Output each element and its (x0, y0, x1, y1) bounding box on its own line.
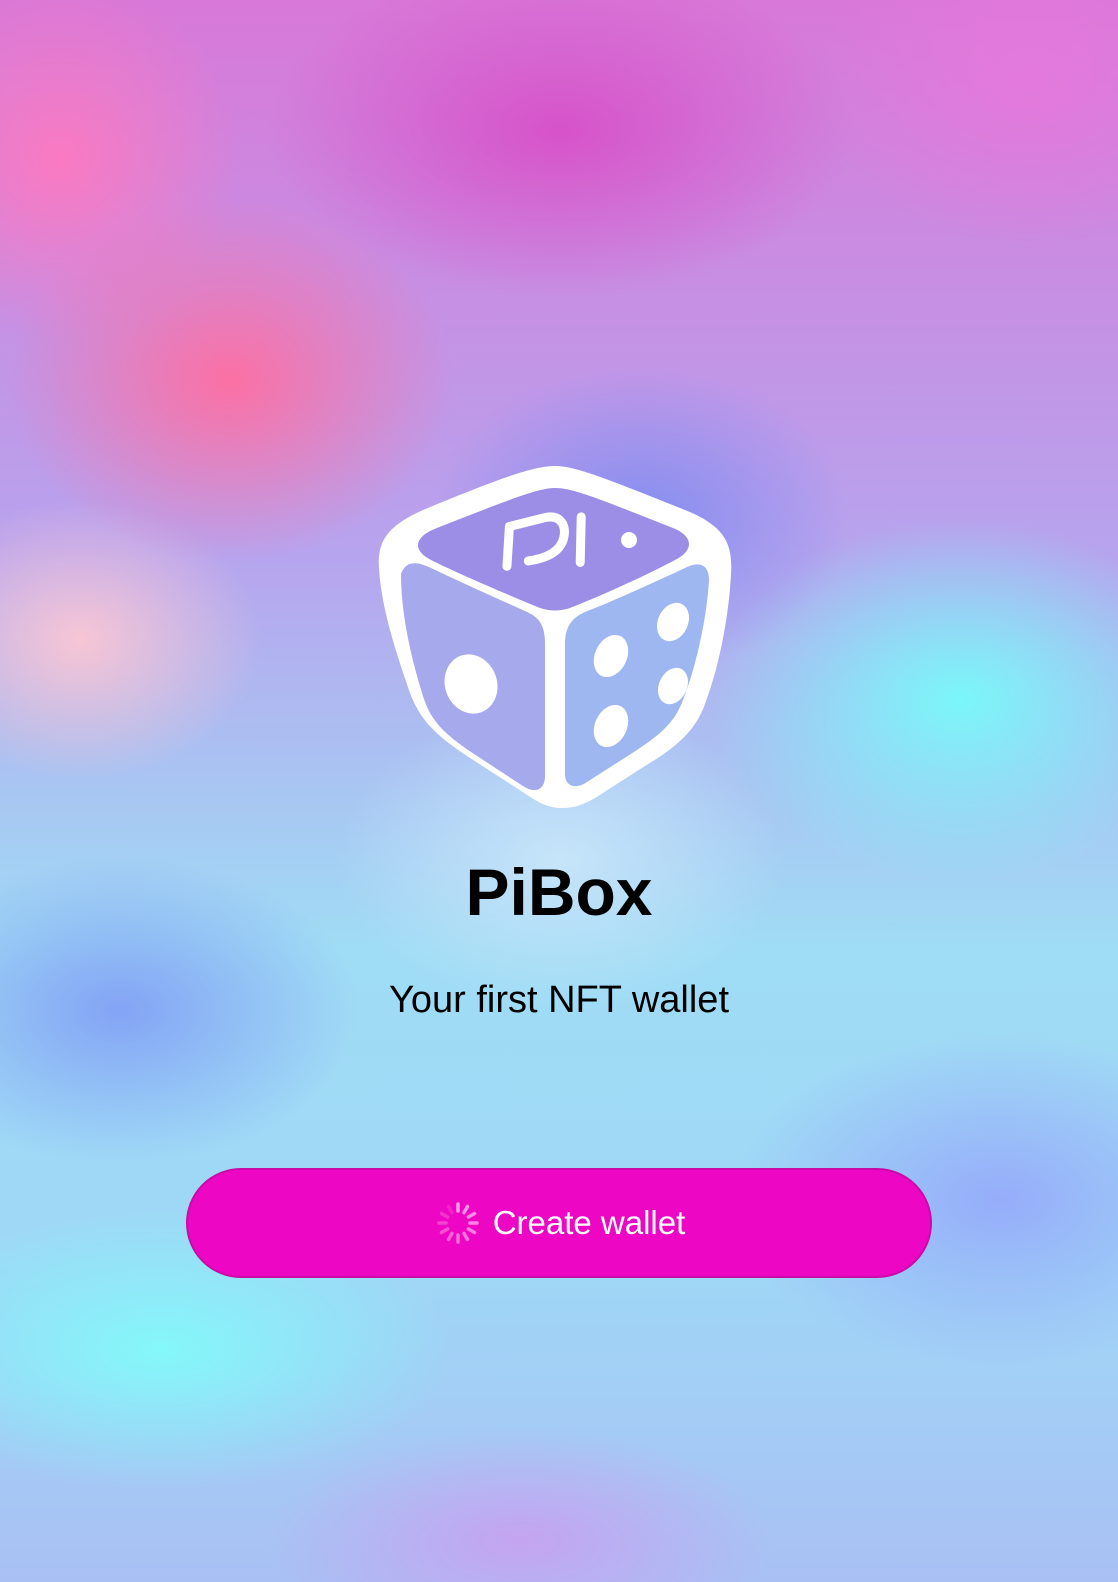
pi-dice-logo-icon (378, 466, 732, 809)
loading-spinner-icon (436, 1202, 479, 1244)
create-wallet-label: Create wallet (492, 1204, 686, 1241)
create-wallet-button[interactable]: Create wallet (186, 1168, 932, 1278)
app-tagline: Your first NFT wallet (389, 979, 729, 1021)
welcome-screen: PiBox Your first NFT wallet Create walle… (0, 0, 1118, 1582)
app-title: PiBox (465, 855, 653, 929)
